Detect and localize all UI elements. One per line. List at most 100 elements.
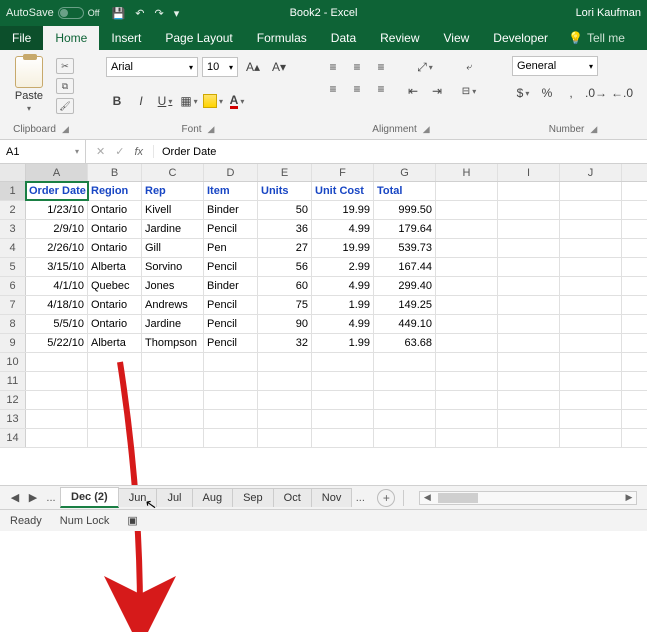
sheet-tab[interactable]: Nov [311, 488, 353, 507]
cell[interactable]: 50 [258, 201, 312, 219]
align-left-button[interactable]: ≡ [322, 78, 344, 100]
cell[interactable] [312, 372, 374, 390]
cell[interactable]: Pencil [204, 315, 258, 333]
cell[interactable]: 449.10 [374, 315, 436, 333]
cell[interactable]: Rep [142, 182, 204, 200]
col-header[interactable]: E [258, 164, 312, 181]
cell[interactable]: Kivell [142, 201, 204, 219]
cell[interactable]: Alberta [88, 334, 142, 352]
tab-view[interactable]: View [432, 26, 482, 50]
cell[interactable] [204, 410, 258, 428]
increase-indent-button[interactable]: ⇥ [426, 80, 448, 102]
dialog-launcher-icon[interactable]: ◢ [208, 124, 215, 135]
increase-font-button[interactable]: A▴ [242, 56, 264, 78]
cell[interactable] [26, 410, 88, 428]
increase-decimal-button[interactable]: .0→ [584, 82, 608, 104]
formula-input[interactable]: Order Date [154, 146, 647, 158]
cell[interactable] [498, 334, 560, 352]
align-middle-button[interactable]: ≡ [346, 56, 368, 78]
col-header[interactable]: D [204, 164, 258, 181]
align-center-button[interactable]: ≡ [346, 78, 368, 100]
col-header[interactable]: J [560, 164, 622, 181]
tab-insert[interactable]: Insert [99, 26, 153, 50]
cell[interactable]: Binder [204, 201, 258, 219]
cell[interactable] [560, 315, 622, 333]
decrease-font-button[interactable]: A▾ [268, 56, 290, 78]
cell[interactable]: 90 [258, 315, 312, 333]
cell[interactable]: Units [258, 182, 312, 200]
cell[interactable]: Alberta [88, 258, 142, 276]
cell[interactable]: 539.73 [374, 239, 436, 257]
cell[interactable] [436, 353, 498, 371]
cell[interactable]: Pencil [204, 258, 258, 276]
cell[interactable] [312, 353, 374, 371]
dialog-launcher-icon[interactable]: ◢ [62, 124, 69, 135]
cell[interactable] [436, 239, 498, 257]
cell[interactable] [436, 182, 498, 200]
align-bottom-button[interactable]: ≡ [370, 56, 392, 78]
cell[interactable] [374, 391, 436, 409]
accounting-format-button[interactable]: $ [512, 82, 534, 104]
cell[interactable] [312, 429, 374, 447]
cell[interactable] [560, 220, 622, 238]
row-header[interactable]: 7 [0, 296, 26, 314]
cell[interactable]: Gill [142, 239, 204, 257]
cell[interactable] [560, 391, 622, 409]
cell[interactable] [374, 410, 436, 428]
cell[interactable] [436, 391, 498, 409]
new-sheet-button[interactable]: + [377, 489, 395, 507]
cell[interactable] [436, 296, 498, 314]
cell[interactable]: 179.64 [374, 220, 436, 238]
cell[interactable]: 1.99 [312, 334, 374, 352]
copy-button[interactable]: ⧉ [56, 78, 74, 94]
cell[interactable] [498, 277, 560, 295]
cell[interactable] [560, 429, 622, 447]
col-header[interactable]: G [374, 164, 436, 181]
cell[interactable]: Unit Cost [312, 182, 374, 200]
cell[interactable] [142, 391, 204, 409]
cell[interactable] [374, 353, 436, 371]
cell[interactable] [560, 239, 622, 257]
cell[interactable] [204, 391, 258, 409]
cell[interactable] [560, 296, 622, 314]
cell[interactable]: 27 [258, 239, 312, 257]
autosave-toggle[interactable]: AutoSave Off [6, 7, 100, 19]
row-header[interactable]: 10 [0, 353, 26, 371]
cell[interactable] [560, 258, 622, 276]
col-header[interactable]: F [312, 164, 374, 181]
cell[interactable]: Ontario [88, 201, 142, 219]
cell[interactable]: Jardine [142, 220, 204, 238]
tab-scroll-more[interactable]: ... [42, 489, 60, 507]
cell[interactable] [436, 334, 498, 352]
cell[interactable] [498, 296, 560, 314]
row-header[interactable]: 1 [0, 182, 26, 200]
row-header[interactable]: 11 [0, 372, 26, 390]
tab-review[interactable]: Review [368, 26, 431, 50]
cell[interactable]: 167.44 [374, 258, 436, 276]
comma-format-button[interactable]: , [560, 82, 582, 104]
sheet-tab[interactable]: Sep [232, 488, 274, 507]
cell[interactable]: Total [374, 182, 436, 200]
cell[interactable]: 149.25 [374, 296, 436, 314]
cell[interactable] [560, 334, 622, 352]
cell[interactable] [498, 201, 560, 219]
cell[interactable]: Jones [142, 277, 204, 295]
row-header[interactable]: 9 [0, 334, 26, 352]
cell[interactable]: Order Date [26, 182, 88, 200]
merge-center-button[interactable]: ⊟ [458, 80, 480, 102]
user-name[interactable]: Lori Kaufman [576, 7, 641, 19]
dialog-launcher-icon[interactable]: ◢ [590, 124, 597, 135]
cell[interactable]: 999.50 [374, 201, 436, 219]
cell[interactable] [26, 391, 88, 409]
cell[interactable] [560, 372, 622, 390]
cell[interactable]: 4.99 [312, 220, 374, 238]
decrease-indent-button[interactable]: ⇤ [402, 80, 424, 102]
cell[interactable] [258, 429, 312, 447]
cell[interactable] [560, 410, 622, 428]
cell[interactable] [560, 201, 622, 219]
cell[interactable] [374, 429, 436, 447]
row-header[interactable]: 4 [0, 239, 26, 257]
autosave-switch-icon[interactable] [58, 7, 84, 19]
cell[interactable]: 3/15/10 [26, 258, 88, 276]
cell[interactable] [498, 410, 560, 428]
